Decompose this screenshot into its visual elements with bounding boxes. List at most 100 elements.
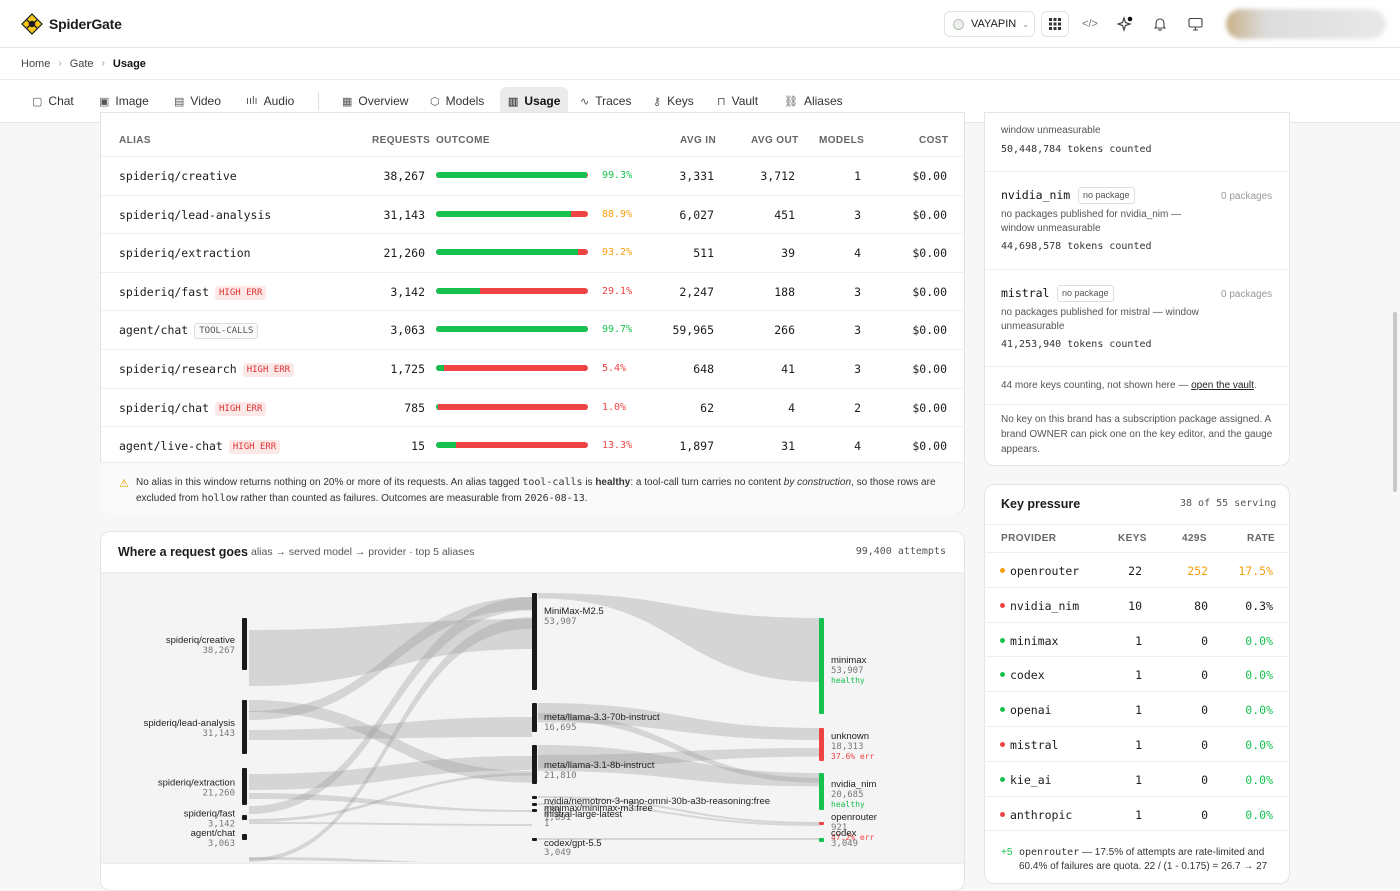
org-switcher[interactable]: VAYAPIN ⌄ <box>944 11 1035 37</box>
avg-out-cell: 451 <box>774 207 795 222</box>
alias-cell[interactable]: spideriq/fast HIGH ERR <box>119 285 267 300</box>
page-scrollbar[interactable] <box>1393 312 1397 492</box>
tab-audio[interactable]: ıılı Audio <box>238 87 302 115</box>
tab-vault[interactable]: ⊓ Vault <box>709 87 766 115</box>
tab-label: Overview <box>358 94 409 108</box>
table-row[interactable]: spideriq/creative 38,267 99.3% 3,331 3,7… <box>101 156 965 194</box>
open-vault-link[interactable]: open the vault <box>1191 380 1254 391</box>
sankey-provider-value: 53,907 <box>831 666 864 676</box>
col-keys[interactable]: KEYS <box>1118 533 1147 544</box>
key-pressure-row[interactable]: kie_ai 1 0 0.0% <box>984 760 1290 796</box>
top-bar: SpiderGate VAYAPIN ⌄ </> <box>0 0 1400 48</box>
provider-cell: codex <box>1000 668 1045 682</box>
col-requests[interactable]: REQUESTS <box>372 135 430 146</box>
key-icon: ⚷ <box>653 95 662 108</box>
table-row[interactable]: spideriq/fast HIGH ERR 3,142 29.1% 2,247 … <box>101 271 965 310</box>
alias-cell[interactable]: spideriq/chat HIGH ERR <box>119 401 267 416</box>
key-pressure-row[interactable]: minimax 1 0 0.0% <box>984 621 1290 657</box>
table-row[interactable]: spideriq/extraction 21,260 93.2% 511 39 … <box>101 233 965 271</box>
outcome-bar <box>436 287 588 294</box>
key-delta: +5 <box>1001 847 1013 858</box>
tab-image[interactable]: ▣ Image <box>91 87 157 115</box>
breadcrumb-home[interactable]: Home <box>21 58 50 70</box>
col-models[interactable]: MODELS <box>819 135 864 146</box>
breadcrumb-gate[interactable]: Gate <box>70 58 94 70</box>
breadcrumb-current: Usage <box>112 57 146 70</box>
requests-cell: 785 <box>404 400 425 415</box>
key-pressure-row[interactable]: openrouter 22 252 17.5% <box>984 552 1290 587</box>
col-avg-in[interactable]: AVG IN <box>680 135 716 146</box>
package-provider-name[interactable]: nvidia_nim <box>1001 187 1070 203</box>
provider-cell: anthropic <box>1000 808 1072 822</box>
col-cost[interactable]: COST <box>919 135 948 146</box>
user-avatar[interactable] <box>1226 9 1386 39</box>
table-row[interactable]: spideriq/lead-analysis 31,143 88.9% 6,02… <box>101 194 965 233</box>
notifications-button[interactable] <box>1146 11 1174 37</box>
status-dot-icon <box>1000 811 1005 817</box>
note-code: hollow <box>201 493 238 504</box>
tab-keys[interactable]: ⚷ Keys <box>645 87 702 115</box>
package-provider-name[interactable]: mistral <box>1001 285 1049 301</box>
note-bold: healthy <box>595 477 631 488</box>
sankey-model-label: mistral-large-latest <box>544 809 622 820</box>
429s-cell: 0 <box>1201 738 1208 752</box>
col-429s[interactable]: 429S <box>1182 533 1207 544</box>
key-pressure-row[interactable]: codex 1 0 0.0% <box>984 656 1290 691</box>
rate-cell: 0.0% <box>1245 633 1273 648</box>
table-row[interactable]: agent/live-chat HIGH ERR 15 13.3% 1,897 3… <box>101 426 965 464</box>
tab-divider <box>318 92 319 110</box>
provider-name: kie_ai <box>1010 772 1052 787</box>
tab-usage[interactable]: ▥ Usage <box>500 87 569 115</box>
status-dot-icon <box>1000 568 1005 573</box>
429s-cell: 0 <box>1201 703 1208 718</box>
alias-cell[interactable]: spideriq/creative <box>119 169 237 183</box>
display-button[interactable] <box>1181 11 1209 37</box>
col-outcome[interactable]: OUTCOME <box>436 135 490 146</box>
tab-label: Usage <box>524 94 561 108</box>
tab-chat[interactable]: ▢ Chat <box>24 87 82 115</box>
bar-chart-icon: ▥ <box>508 95 519 108</box>
col-rate[interactable]: RATE <box>1247 533 1275 544</box>
outcome-bar-ok <box>436 442 457 449</box>
spider-logo-icon[interactable] <box>21 13 43 35</box>
table-row[interactable]: spideriq/chat HIGH ERR 785 1.0% 62 4 2 $0… <box>101 387 965 426</box>
alias-cell[interactable]: spideriq/research HIGH ERR <box>119 362 295 377</box>
keys-cell: 1 <box>1135 668 1142 683</box>
tab-models[interactable]: ⬡ Models <box>422 87 492 115</box>
key-pressure-row[interactable]: nvidia_nim 10 80 0.3% <box>984 586 1290 622</box>
tab-overview[interactable]: ▦ Overview <box>334 87 416 115</box>
pulse-icon: ∿ <box>580 95 590 108</box>
avg-in-cell: 62 <box>700 400 714 415</box>
alias-cell[interactable]: spideriq/lead-analysis <box>119 208 271 222</box>
apps-grid-button[interactable] <box>1041 11 1069 37</box>
tab-traces[interactable]: ∿ Traces <box>572 87 639 115</box>
table-row[interactable]: spideriq/research HIGH ERR 1,725 5.4% 648… <box>101 349 965 387</box>
col-alias[interactable]: ALIAS <box>119 135 151 146</box>
key-pressure-row[interactable]: anthropic 1 0 0.0% <box>984 795 1290 831</box>
models-cell: 2 <box>854 400 861 415</box>
alias-cell[interactable]: agent/chat TOOL-CALLS <box>119 323 259 340</box>
outcome-pct: 99.3% <box>602 170 633 181</box>
sankey-node-model <box>532 803 537 806</box>
apps-grid-icon <box>1049 18 1061 30</box>
code-button[interactable]: </> <box>1076 11 1104 37</box>
key-pressure-title: Key pressure <box>1001 497 1081 511</box>
tab-aliases[interactable]: ⛓ Aliases <box>776 87 851 115</box>
provider-name: minimax <box>1010 633 1059 648</box>
key-pressure-row[interactable]: openai 1 0 0.0% <box>984 691 1290 726</box>
cost-cell: $0.00 <box>912 400 947 415</box>
alias-cell[interactable]: spideriq/extraction <box>119 246 251 260</box>
table-row[interactable]: agent/chat TOOL-CALLS 3,063 99.7% 59,965 … <box>101 310 965 348</box>
footer-provider: openrouter <box>1019 847 1080 858</box>
outcome-bar <box>436 172 588 178</box>
sankey-node-alias <box>242 700 247 754</box>
col-avg-out[interactable]: AVG OUT <box>751 135 799 146</box>
app-name[interactable]: SpiderGate <box>49 16 122 32</box>
tab-label: Video <box>190 94 221 108</box>
models-cell: 4 <box>854 246 861 261</box>
alias-cell[interactable]: agent/live-chat HIGH ERR <box>119 439 281 455</box>
key-pressure-row[interactable]: mistral 1 0 0.0% <box>984 726 1290 761</box>
ai-sparkle-button[interactable] <box>1111 11 1139 37</box>
col-provider[interactable]: PROVIDER <box>1001 533 1056 544</box>
tab-video[interactable]: ▤ Video <box>166 87 229 115</box>
